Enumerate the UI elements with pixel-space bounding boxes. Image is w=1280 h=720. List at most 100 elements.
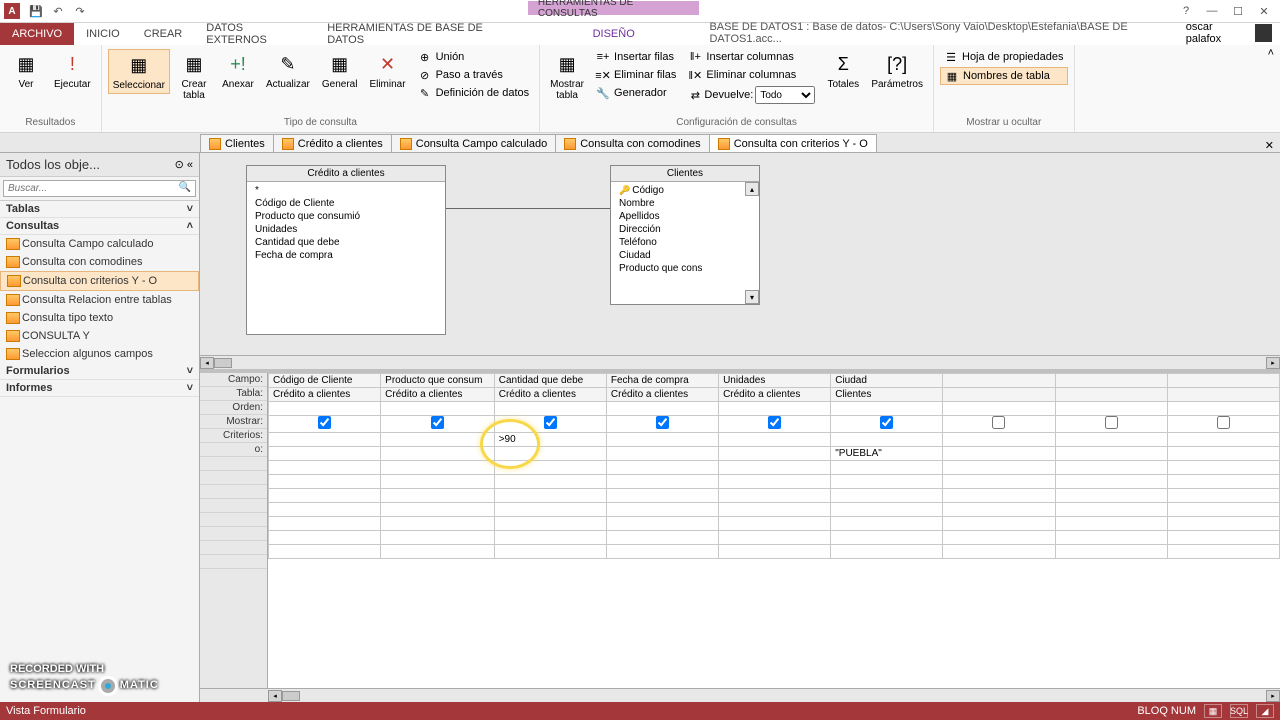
qbe-cell[interactable]: [1055, 503, 1167, 517]
qbe-cell[interactable]: [1055, 416, 1167, 433]
qbe-cell[interactable]: Cantidad que debe: [494, 374, 606, 388]
table-field[interactable]: Dirección: [611, 223, 759, 236]
totales-button[interactable]: ΣTotales: [823, 49, 863, 92]
qbe-cell[interactable]: [381, 489, 495, 503]
table-field[interactable]: Apellidos: [611, 210, 759, 223]
qbe-cell[interactable]: [269, 531, 381, 545]
nav-search-input[interactable]: [3, 180, 196, 197]
close-icon[interactable]: ✕: [1252, 1, 1276, 21]
qbe-cell[interactable]: [606, 503, 718, 517]
qbe-cell[interactable]: [943, 388, 1055, 402]
scroll-up-icon[interactable]: ▴: [745, 182, 759, 196]
qbe-cell[interactable]: [719, 402, 831, 416]
qbe-cell[interactable]: [494, 531, 606, 545]
qbe-cell[interactable]: Crédito a clientes: [269, 388, 381, 402]
doctab-credito[interactable]: Crédito a clientes: [273, 134, 392, 152]
qbe-cell[interactable]: [1167, 416, 1279, 433]
tab-crear[interactable]: CREAR: [132, 23, 195, 45]
eliminar-cols-button[interactable]: ‖✕Eliminar columnas: [684, 67, 819, 83]
qbe-cell[interactable]: [719, 416, 831, 433]
qbe-cell[interactable]: [381, 531, 495, 545]
qbe-cell[interactable]: [719, 447, 831, 461]
qbe-cell[interactable]: [269, 475, 381, 489]
qbe-cell[interactable]: [381, 447, 495, 461]
qbe-cell[interactable]: [1167, 402, 1279, 416]
qbe-cell[interactable]: [1167, 447, 1279, 461]
hoja-prop-button[interactable]: ☰Hoja de propiedades: [940, 49, 1068, 65]
tab-file[interactable]: ARCHIVO: [0, 23, 74, 45]
show-checkbox[interactable]: [880, 416, 893, 429]
qbe-cell[interactable]: [269, 402, 381, 416]
qbe-cell[interactable]: [606, 475, 718, 489]
ver-button[interactable]: ▦Ver: [6, 49, 46, 92]
user-area[interactable]: oscar palafox: [1186, 21, 1280, 45]
nav-header[interactable]: Todos los obje... ⊙ «: [0, 153, 199, 177]
doctab-criterios-yo[interactable]: Consulta con criterios Y - O: [709, 134, 877, 152]
nav-group-formularios[interactable]: Formularios˅: [0, 363, 199, 380]
qbe-cell[interactable]: [606, 531, 718, 545]
qbe-cell[interactable]: Código de Cliente: [269, 374, 381, 388]
insertar-cols-button[interactable]: ‖+Insertar columnas: [684, 49, 819, 65]
ribbon-collapse-icon[interactable]: ˄: [1262, 45, 1280, 132]
qbe-cell[interactable]: [606, 517, 718, 531]
qbe-cell[interactable]: Unidades: [719, 374, 831, 388]
show-checkbox[interactable]: [318, 416, 331, 429]
hscroll-right-icon[interactable]: ▸: [1266, 357, 1280, 369]
parametros-button[interactable]: [?]Parámetros: [867, 49, 927, 92]
qbe-cell[interactable]: [494, 475, 606, 489]
qbe-grid[interactable]: Código de ClienteProducto que consumCant…: [268, 373, 1280, 688]
qbe-cell[interactable]: [606, 447, 718, 461]
qbe-cell[interactable]: [719, 461, 831, 475]
crear-tabla-button[interactable]: ▦Crear tabla: [174, 49, 214, 103]
qbe-cell[interactable]: [1055, 531, 1167, 545]
paso-button[interactable]: ⊘Paso a través: [414, 67, 534, 83]
qbe-cell[interactable]: [1167, 489, 1279, 503]
qbe-cell[interactable]: [381, 433, 495, 447]
qbe-cell[interactable]: [1167, 433, 1279, 447]
qbe-cell[interactable]: [1055, 475, 1167, 489]
table-field[interactable]: Producto que cons: [611, 262, 759, 275]
search-icon[interactable]: 🔍: [179, 182, 191, 193]
qbe-cell[interactable]: [943, 517, 1055, 531]
nav-group-informes[interactable]: Informes˅: [0, 380, 199, 397]
qbe-cell[interactable]: [381, 517, 495, 531]
qbe-cell[interactable]: [831, 433, 943, 447]
qbe-cell[interactable]: [1055, 374, 1167, 388]
devuelve-select[interactable]: Todo: [755, 86, 815, 104]
nav-collapse-icon[interactable]: ⊙ «: [175, 158, 193, 171]
qbe-cell[interactable]: [943, 402, 1055, 416]
nombres-tabla-button[interactable]: ▦Nombres de tabla: [940, 67, 1068, 85]
qbe-cell[interactable]: [719, 545, 831, 559]
qbe-cell[interactable]: [494, 489, 606, 503]
qbe-cell[interactable]: [943, 545, 1055, 559]
table-box-clientes[interactable]: Clientes ▴ CódigoNombreApellidosDirecció…: [610, 165, 760, 305]
doctab-clientes[interactable]: Clientes: [200, 134, 274, 152]
qbe-cell[interactable]: [1055, 489, 1167, 503]
qbe-cell[interactable]: [1055, 461, 1167, 475]
qbe-cell[interactable]: [1167, 545, 1279, 559]
table-box-credito[interactable]: Crédito a clientes *Código de ClientePro…: [246, 165, 446, 335]
table-field[interactable]: Unidades: [247, 223, 445, 236]
tab-diseno[interactable]: DISEÑO: [581, 23, 647, 45]
qat-save-icon[interactable]: 💾: [28, 3, 44, 19]
qbe-cell[interactable]: [831, 475, 943, 489]
qbe-cell[interactable]: [269, 517, 381, 531]
qbe-cell[interactable]: [719, 475, 831, 489]
qbe-cell[interactable]: [719, 517, 831, 531]
qbe-cell[interactable]: Ciudad: [831, 374, 943, 388]
maximize-icon[interactable]: ☐: [1226, 1, 1250, 21]
show-checkbox[interactable]: [656, 416, 669, 429]
help-icon[interactable]: ?: [1174, 1, 1198, 21]
anexar-button[interactable]: +!Anexar: [218, 49, 258, 92]
nav-item-consulta[interactable]: Consulta con criterios Y - O: [0, 271, 199, 291]
show-checkbox[interactable]: [1217, 416, 1230, 429]
qbe-cell[interactable]: [719, 531, 831, 545]
ejecutar-button[interactable]: !Ejecutar: [50, 49, 95, 92]
qbe-cell[interactable]: [1055, 402, 1167, 416]
hscroll-left-icon[interactable]: ◂: [268, 690, 282, 702]
qbe-cell[interactable]: [831, 531, 943, 545]
tab-herramientas-bd[interactable]: HERRAMIENTAS DE BASE DE DATOS: [315, 23, 528, 45]
qbe-cell[interactable]: [1167, 388, 1279, 402]
doctab-comodines[interactable]: Consulta con comodines: [555, 134, 709, 152]
table-field[interactable]: Ciudad: [611, 249, 759, 262]
